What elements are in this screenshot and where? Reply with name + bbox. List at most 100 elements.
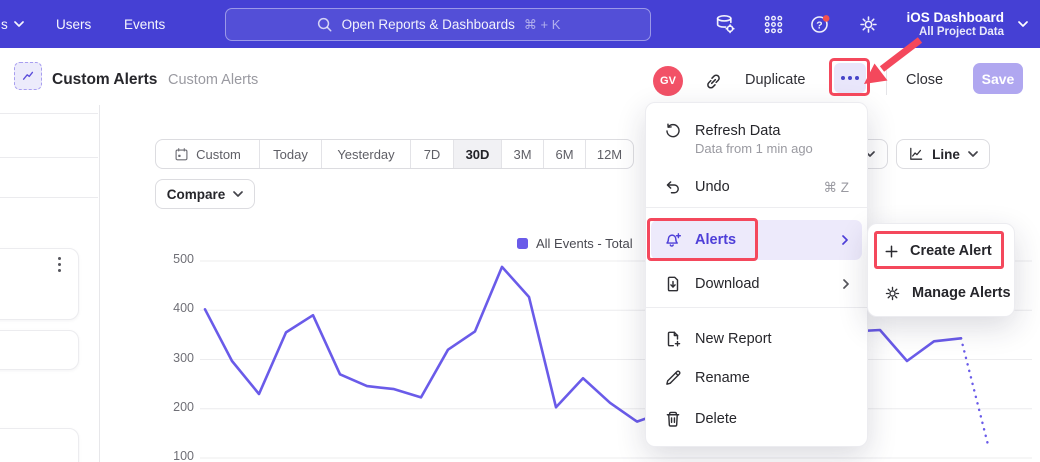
date-range-12m[interactable]: 12M [586, 140, 633, 168]
submenu-item-create-alert[interactable]: Create Alert [868, 232, 1014, 270]
chevron-down-icon [233, 191, 243, 197]
alert-bell-icon [664, 231, 682, 249]
legend-swatch [517, 238, 528, 249]
date-range-label: Custom [196, 147, 241, 162]
menu-item-alerts[interactable]: Alerts [651, 220, 862, 260]
calendar-icon [174, 147, 189, 162]
compare-label: Compare [167, 187, 226, 202]
chevron-right-icon [842, 235, 848, 245]
svg-text:?: ? [816, 20, 822, 31]
chart-type-label: Line [932, 147, 960, 162]
duplicate-button[interactable]: Duplicate [745, 72, 805, 88]
sidebar-divider [0, 113, 98, 114]
chevron-down-icon [968, 151, 978, 157]
menu-divider [646, 307, 867, 308]
sidebar-divider [0, 157, 98, 158]
card-kebab-menu[interactable] [52, 257, 66, 272]
project-subtitle: All Project Data [919, 26, 1004, 38]
menu-item-new-report[interactable]: New Report [646, 323, 867, 355]
date-range-today[interactable]: Today [260, 140, 322, 168]
notification-badge [822, 15, 829, 22]
app: s Users Events Open Reports & Dashboards… [0, 0, 1040, 462]
date-range-30d-selected[interactable]: 30D [454, 140, 502, 168]
date-range-label: 6M [555, 147, 573, 162]
menu-label: Refresh Data [695, 123, 780, 139]
nav-users-label: Users [56, 17, 91, 32]
database-gear-icon [714, 13, 736, 35]
date-range-label: Today [273, 147, 308, 162]
grid-icon [763, 14, 784, 35]
gear-icon [858, 14, 879, 35]
more-options-button[interactable] [834, 63, 866, 93]
sidebar-divider [0, 197, 98, 198]
download-icon [664, 275, 682, 293]
apps-grid-button[interactable] [761, 12, 785, 36]
menu-label: Undo [695, 179, 730, 195]
date-range-yesterday[interactable]: Yesterday [322, 140, 411, 168]
date-range-label: 7D [424, 147, 441, 162]
submenu-item-manage-alerts[interactable]: Manage Alerts [868, 274, 1014, 312]
date-range-label: Yesterday [337, 147, 394, 162]
date-range-3m[interactable]: 3M [502, 140, 544, 168]
menu-item-delete[interactable]: Delete [646, 403, 867, 435]
nav-item-partial-label: s [1, 17, 8, 32]
compare-button[interactable]: Compare [155, 179, 255, 209]
date-range-6m[interactable]: 6M [544, 140, 586, 168]
sidebar-card[interactable] [0, 428, 79, 462]
date-range-label: 12M [597, 147, 622, 162]
page-title: Custom Alerts [52, 71, 157, 89]
date-range-control: Custom Today Yesterday 7D 30D 3M 6M 12M [155, 139, 634, 169]
legend-label: All Events - Total [536, 236, 633, 251]
share-link-icon[interactable] [704, 72, 723, 91]
date-range-7d[interactable]: 7D [411, 140, 454, 168]
pencil-icon [664, 369, 682, 387]
menu-label: Delete [695, 411, 737, 427]
close-button[interactable]: Close [906, 72, 943, 88]
settings-button[interactable] [856, 12, 880, 36]
dot [841, 76, 845, 80]
sidebar-card[interactable] [0, 330, 79, 370]
gear-icon [884, 285, 901, 302]
report-type-icon [14, 62, 42, 90]
menu-refresh-subtitle: Data from 1 min ago [695, 141, 813, 156]
chart-type-button[interactable]: Line [896, 139, 990, 169]
undo-icon [664, 178, 682, 196]
chart-line-dashed [961, 338, 988, 444]
chevron-down-icon [1018, 21, 1028, 27]
menu-undo-shortcut: ⌘ Z [824, 180, 850, 196]
submenu-label: Create Alert [910, 243, 992, 259]
line-chart-icon [908, 146, 924, 162]
menu-label: Alerts [695, 232, 736, 248]
header-divider [886, 65, 887, 95]
menu-divider [646, 207, 867, 208]
nav-item-events[interactable]: Events [124, 0, 165, 48]
menu-item-rename[interactable]: Rename [646, 362, 867, 394]
dot [848, 76, 852, 80]
date-range-label: 3M [513, 147, 531, 162]
project-switcher[interactable]: iOS Dashboard All Project Data [906, 0, 1004, 48]
legend-item[interactable]: All Events - Total [517, 236, 633, 251]
sidebar-card[interactable] [0, 248, 79, 320]
menu-label: Rename [695, 370, 750, 386]
nav-events-label: Events [124, 17, 165, 32]
chevron-right-icon [843, 279, 849, 289]
refresh-icon [664, 122, 682, 140]
help-button[interactable]: ? [808, 12, 832, 36]
search-shortcut: ⌘ + K [524, 17, 561, 33]
trash-icon [664, 410, 682, 428]
data-management-button[interactable] [713, 12, 737, 36]
project-title: iOS Dashboard [906, 10, 1004, 25]
date-range-label: 30D [466, 147, 490, 162]
date-range-custom[interactable]: Custom [156, 140, 260, 168]
search-input[interactable]: Open Reports & Dashboards ⌘ + K [225, 8, 651, 41]
avatar[interactable]: GV [653, 66, 683, 96]
menu-item-download[interactable]: Download [646, 268, 867, 300]
search-placeholder: Open Reports & Dashboards [342, 17, 515, 32]
nav-item-partial[interactable]: s [1, 0, 24, 48]
menu-label: Download [695, 276, 760, 292]
top-navbar: s Users Events Open Reports & Dashboards… [0, 0, 1040, 48]
breadcrumb: Custom Alerts [168, 72, 258, 88]
alerts-submenu: Create Alert Manage Alerts [867, 223, 1015, 317]
nav-item-users[interactable]: Users [56, 0, 91, 48]
save-button[interactable]: Save [973, 63, 1023, 94]
